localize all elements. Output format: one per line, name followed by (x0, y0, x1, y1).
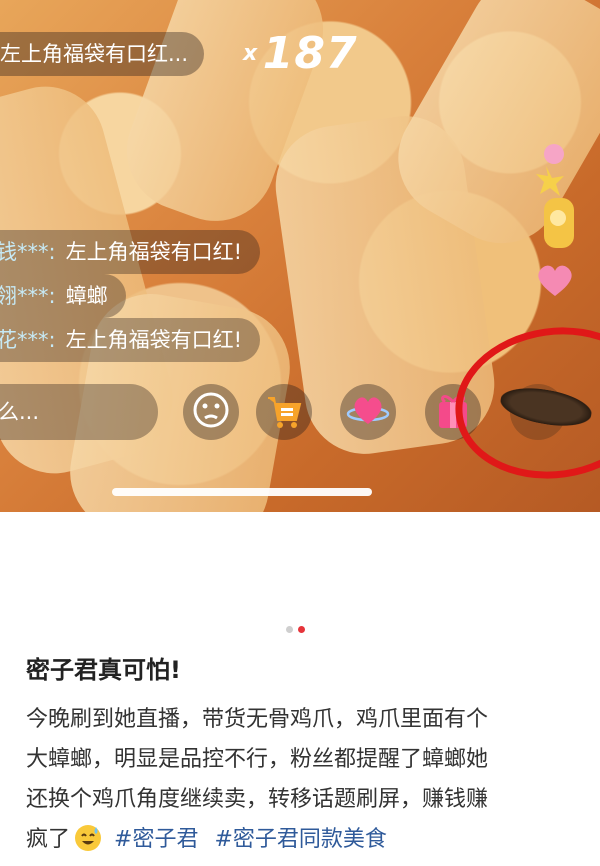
post-line: 今晚刷到她直播，带货无骨鸡爪，鸡爪里面有个 (26, 707, 489, 732)
top-comment-pill[interactable]: 左上角福袋有口红... (0, 32, 205, 76)
post-line-text: 疯了 (26, 827, 71, 852)
combo-prefix: x (243, 41, 258, 66)
comment-text: 左上角福袋有口红! (65, 328, 242, 352)
heart-gift-button[interactable] (340, 384, 396, 440)
shopping-cart-button[interactable] (256, 384, 312, 440)
carousel-dot-active[interactable] (298, 626, 305, 633)
comment-text: 蟑螂 (65, 284, 108, 308)
emoji-button[interactable] (183, 384, 239, 440)
post-line-last: 疯了 #密子君 #密子君同款美食 (26, 820, 586, 860)
carousel-indicator[interactable] (286, 626, 305, 633)
floating-heart-icon (535, 262, 575, 298)
cart-icon (264, 390, 304, 434)
post-body: 今晚刷到她直播，带货无骨鸡爪，鸡爪里面有个 大蟑螂，明显是品控不行，粉丝都提醒了… (26, 700, 586, 860)
post-line: 大蟑螂，明显是品控不行，粉丝都提醒了蟑螂她 (26, 747, 489, 772)
comment-input-placeholder: 么... (0, 400, 40, 424)
sweat-smile-emoji-icon (74, 824, 102, 852)
emoji-icon (191, 390, 231, 434)
comment-row: 花***: 左上角福袋有口红! (0, 318, 260, 362)
post-title: 密子君真可怕! (26, 656, 181, 684)
comment-row: 翎***: 蟑螂 (0, 274, 126, 318)
comment-user: 翎***: (0, 284, 56, 308)
post-line: 还换个鸡爪角度继续卖，转移话题刷屏，赚钱赚 (26, 787, 489, 812)
hashtag-link[interactable]: #密子君 (114, 827, 198, 852)
comment-input[interactable]: 么... (0, 384, 158, 440)
combo-count: 187 (262, 28, 358, 79)
live-stream-frame: 左上角福袋有口红... x 187 钱***: 左上角福袋有口红! 翎***: 蟑螂… (0, 0, 600, 512)
gift-combo-counter: x 187 (243, 28, 358, 79)
comment-user: 花***: (0, 328, 56, 352)
comment-row: 钱***: 左上角福袋有口红! (0, 230, 260, 274)
floating-gift-animation (528, 140, 584, 260)
hashtag-link[interactable]: #密子君同款美食 (214, 827, 386, 852)
home-indicator[interactable] (112, 488, 372, 496)
comment-user: 钱***: (0, 240, 56, 264)
top-comment-text: 左上角福袋有口红... (0, 42, 189, 66)
heart-planet-icon (346, 390, 390, 434)
carousel-dot[interactable] (286, 626, 293, 633)
comment-text: 左上角福袋有口红! (65, 240, 242, 264)
